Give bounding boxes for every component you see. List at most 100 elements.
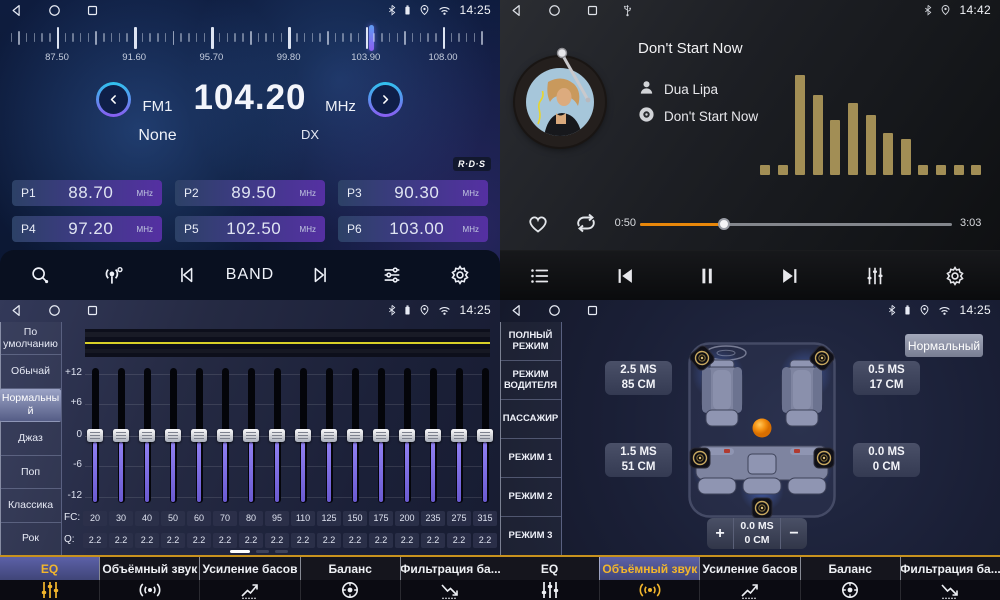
- next-station-icon[interactable]: [303, 250, 337, 300]
- eq-tab-icon[interactable]: [500, 580, 599, 600]
- tab-balance[interactable]: Баланс: [800, 557, 900, 580]
- sidebar-item[interactable]: По умолчанию: [0, 322, 61, 355]
- sidebar-item[interactable]: Нормальный: [0, 389, 61, 422]
- home-icon[interactable]: [47, 3, 62, 18]
- ruler-tick: [458, 33, 460, 42]
- eq-band-slider[interactable]: [82, 368, 108, 503]
- eq-tab-icon[interactable]: [0, 580, 99, 600]
- repeat-icon[interactable]: [572, 210, 600, 241]
- eq-band-slider[interactable]: [134, 368, 160, 503]
- eq-band-slider[interactable]: [264, 368, 290, 503]
- tab-filter[interactable]: Фильтрация ба...: [900, 557, 1000, 580]
- eq-band-slider[interactable]: [186, 368, 212, 503]
- preset-button-p3[interactable]: P390.30MHz: [338, 180, 488, 206]
- previous-station-icon[interactable]: [170, 250, 204, 300]
- sidebar-item[interactable]: ПОЛНЫЙ РЕЖИМ: [500, 322, 561, 361]
- recents-icon[interactable]: [585, 303, 600, 318]
- bass-boost-tab-icon[interactable]: [199, 580, 299, 600]
- sidebar-item[interactable]: РЕЖИМ 2: [500, 478, 561, 517]
- ruler-tick: [119, 33, 121, 42]
- back-icon[interactable]: [509, 303, 524, 318]
- delay-rear-left[interactable]: 1.5 MS51 CM: [605, 443, 672, 477]
- sidebar-item[interactable]: Поп: [0, 456, 61, 489]
- filter-tab-icon[interactable]: [900, 580, 1000, 600]
- delay-rear-right[interactable]: 0.0 MS0 CM: [853, 443, 920, 477]
- sidebar-item[interactable]: РЕЖИМ 1: [500, 439, 561, 478]
- favorite-icon[interactable]: [526, 212, 550, 241]
- preset-button-p4[interactable]: P497.20MHz: [12, 216, 162, 242]
- eq-band-slider[interactable]: [472, 368, 498, 503]
- increase-button[interactable]: +: [707, 518, 733, 549]
- eq-band-slider[interactable]: [368, 368, 394, 503]
- eq-band-slider[interactable]: [290, 368, 316, 503]
- home-icon[interactable]: [547, 3, 562, 18]
- surround-tab-icon[interactable]: [99, 580, 199, 600]
- balance-tab-icon[interactable]: [800, 580, 900, 600]
- tab-filter[interactable]: Фильтрация ба...: [400, 557, 500, 580]
- tab-balance[interactable]: Баланс: [300, 557, 400, 580]
- recents-icon[interactable]: [85, 303, 100, 318]
- sidebar-item[interactable]: Классика: [0, 489, 61, 522]
- preset-button-p6[interactable]: P6103.00MHz: [338, 216, 488, 242]
- eq-band-slider[interactable]: [394, 368, 420, 503]
- sidebar-item[interactable]: Рок: [0, 523, 61, 555]
- decrease-button[interactable]: −: [781, 518, 807, 549]
- frequency-ruler[interactable]: [0, 25, 500, 53]
- eq-band-slider[interactable]: [212, 368, 238, 503]
- sidebar-item[interactable]: ПАССАЖИР: [500, 400, 561, 439]
- eq-band-slider[interactable]: [420, 368, 446, 503]
- recents-icon[interactable]: [585, 3, 600, 18]
- balance-tab-icon[interactable]: [300, 580, 400, 600]
- preset-button-p1[interactable]: P188.70MHz: [12, 180, 162, 206]
- eq-band-slider[interactable]: [160, 368, 186, 503]
- back-icon[interactable]: [509, 3, 524, 18]
- settings-gear-icon[interactable]: [443, 250, 477, 300]
- home-icon[interactable]: [47, 303, 62, 318]
- tab-eq[interactable]: EQ: [0, 557, 99, 580]
- settings-gear-icon[interactable]: [937, 251, 973, 300]
- tab-bass-boost[interactable]: Усиление басов: [199, 557, 299, 580]
- eq-band-slider[interactable]: [342, 368, 368, 503]
- delay-front-left[interactable]: 2.5 MS85 CM: [605, 361, 672, 395]
- playlist-icon[interactable]: [522, 251, 558, 300]
- sidebar-item[interactable]: РЕЖИМ ВОДИТЕЛЯ: [500, 361, 561, 400]
- preset-id: P6: [347, 222, 371, 236]
- tuner-settings-icon[interactable]: [375, 250, 409, 300]
- sidebar-item[interactable]: Джаз: [0, 422, 61, 455]
- tune-down-button[interactable]: [96, 82, 131, 117]
- previous-track-icon[interactable]: [607, 251, 643, 300]
- tab-surround[interactable]: Объёмный звук: [99, 557, 199, 580]
- band-button[interactable]: BAND: [218, 250, 282, 300]
- delay-front-right[interactable]: 0.5 MS17 CM: [853, 361, 920, 395]
- preset-button-p5[interactable]: P5102.50MHz: [175, 216, 325, 242]
- filter-tab-icon[interactable]: [400, 580, 500, 600]
- eq-band-slider[interactable]: [446, 368, 472, 503]
- ruler-tick: [327, 31, 329, 45]
- next-track-icon[interactable]: [772, 251, 808, 300]
- back-icon[interactable]: [9, 3, 24, 18]
- profile-button[interactable]: Нормальный: [905, 334, 983, 357]
- broadcast-icon[interactable]: [96, 250, 130, 300]
- eq-band-slider[interactable]: [108, 368, 134, 503]
- surround-tab-icon[interactable]: [599, 580, 699, 600]
- back-icon[interactable]: [9, 303, 24, 318]
- home-icon[interactable]: [547, 303, 562, 318]
- sidebar-item[interactable]: Обычай: [0, 355, 61, 388]
- eq-band-slider[interactable]: [316, 368, 342, 503]
- search-icon[interactable]: [23, 250, 57, 300]
- tab-bass-boost[interactable]: Усиление басов: [699, 557, 799, 580]
- preset-button-p2[interactable]: P289.50MHz: [175, 180, 325, 206]
- dx-mode-label[interactable]: DX: [285, 127, 335, 142]
- recents-icon[interactable]: [85, 3, 100, 18]
- bass-boost-tab-icon[interactable]: [699, 580, 799, 600]
- sidebar-item[interactable]: РЕЖИМ 3: [500, 517, 561, 555]
- tab-surround[interactable]: Объёмный звук: [599, 557, 699, 580]
- equalizer-icon[interactable]: [857, 251, 893, 300]
- progress-bar[interactable]: [640, 223, 952, 226]
- tab-eq[interactable]: EQ: [500, 557, 599, 580]
- fc-value: 110: [291, 511, 315, 526]
- progress-knob[interactable]: [718, 218, 730, 230]
- pause-icon[interactable]: [689, 251, 725, 300]
- tune-up-button[interactable]: [368, 82, 403, 117]
- eq-band-slider[interactable]: [238, 368, 264, 503]
